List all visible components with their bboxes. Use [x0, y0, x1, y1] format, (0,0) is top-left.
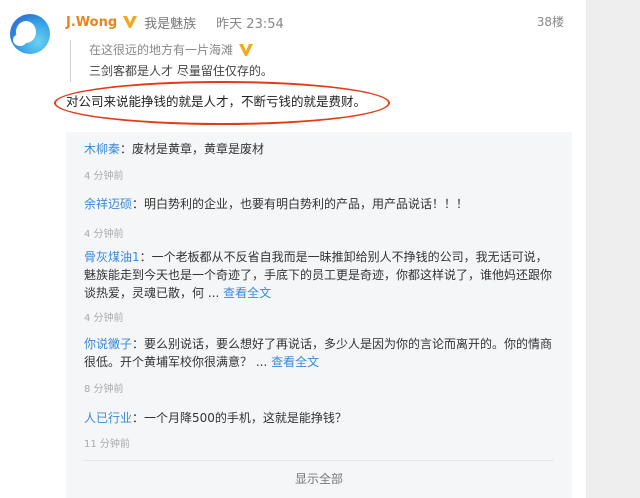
reply-list: 木柳秦：废材是黄章，黄章是废材 4 分钟前 余祥迈硕：明白势利的企业，也要有明白… [66, 132, 572, 498]
timestamp: 昨天 23:54 [216, 16, 284, 32]
right-rail [586, 0, 640, 498]
verified-v-icon [122, 15, 138, 29]
list-item: 木柳秦：废材是黄章，黄章是废材 [84, 142, 265, 156]
reply-time: 4 分钟前 [84, 171, 124, 182]
divider [84, 460, 554, 461]
reply-author[interactable]: 你说黴子 [84, 337, 132, 351]
comment-text: 对公司来说能挣钱的就是人才，不断亏钱的就是费财。 [66, 94, 367, 109]
user-tag: 我是魅族 [144, 16, 197, 32]
reply-time: 8 分钟前 [84, 384, 124, 395]
reply-author[interactable]: 骨灰煤油1 [84, 250, 140, 264]
list-item: 余祥迈硕：明白势利的企业，也要有明白势利的产品，用产品说话！！！ [84, 197, 469, 211]
reply-text: 明白势利的企业，也要有明白势利的产品，用产品说话！！！ [144, 197, 469, 211]
comment-header: J.Wong 我是魅族 昨天 23:54 [66, 12, 284, 32]
reply-text: 废材是黄章，黄章是废材 [132, 142, 265, 156]
list-item: 你说黴子：要么别说话，要么想好了再说话，多少人是因为你的言论而离开的。你的情商很… [84, 337, 553, 369]
reply-text: 一个老板都从不反省自我而是一昧推卸给别人不挣钱的公司，我无话可说，魅族能走到今天… [84, 250, 553, 300]
reply-time: 4 分钟前 [84, 313, 124, 324]
quoted-comment: 在这很远的地方有一片海滩 三剑客都是人才 尽量留住仅存的。 [70, 40, 273, 82]
quote-line: 在这很远的地方有一片海滩 [89, 40, 273, 60]
reply-author[interactable]: 木柳秦 [84, 142, 120, 156]
reply-author[interactable]: 余祥迈硕 [84, 197, 132, 211]
list-item: 骨灰煤油1：一个老板都从不反省自我而是一昧推卸给别人不挣钱的公司，我无话可说，魅… [84, 250, 553, 300]
reply-time: 11 分钟前 [84, 439, 130, 450]
list-item: 人已行业：一个月降500的手机，这就是能挣钱？ [84, 411, 347, 425]
avatar[interactable] [10, 14, 50, 54]
reply-time: 4 分钟前 [84, 229, 124, 240]
view-full-link[interactable]: 查看全文 [271, 355, 319, 369]
show-all-button[interactable]: 显示全部 [66, 470, 572, 487]
verified-v-icon [238, 43, 254, 57]
reply-author[interactable]: 人已行业 [84, 411, 132, 425]
quote-body: 三剑客都是人才 尽量留住仅存的。 [89, 64, 273, 78]
username[interactable]: J.Wong [66, 15, 117, 30]
floor-number: 38楼 [536, 15, 564, 29]
view-full-link[interactable]: 查看全文 [223, 286, 271, 300]
reply-text: 一个月降500的手机，这就是能挣钱？ [144, 411, 347, 425]
quote-text: 在这很远的地方有一片海滩 [89, 43, 234, 57]
